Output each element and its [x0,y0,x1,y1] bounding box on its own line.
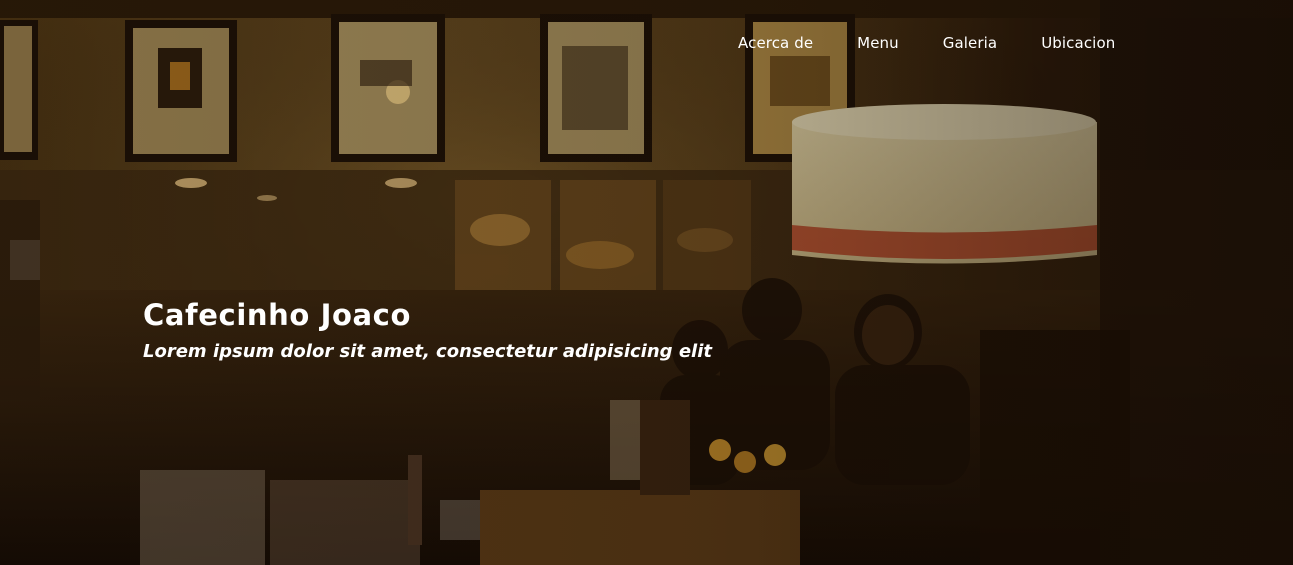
main-navigation: Acerca de Menu Galeria Ubicacion [738,33,1115,53]
nav-item-acerca-de[interactable]: Acerca de [738,33,813,53]
background-overlay [0,0,1293,565]
hero-title: Cafecinho Joaco [143,298,411,332]
hero-section: Acerca de Menu Galeria Ubicacion Cafecin… [0,0,1293,565]
hero-text-block: Cafecinho Joaco Lorem ipsum dolor sit am… [143,296,712,364]
nav-item-menu[interactable]: Menu [857,33,899,53]
hero-subtitle: Lorem ipsum dolor sit amet, consectetur … [143,341,712,362]
nav-item-ubicacion[interactable]: Ubicacion [1041,33,1115,53]
nav-item-galeria[interactable]: Galeria [943,33,997,53]
